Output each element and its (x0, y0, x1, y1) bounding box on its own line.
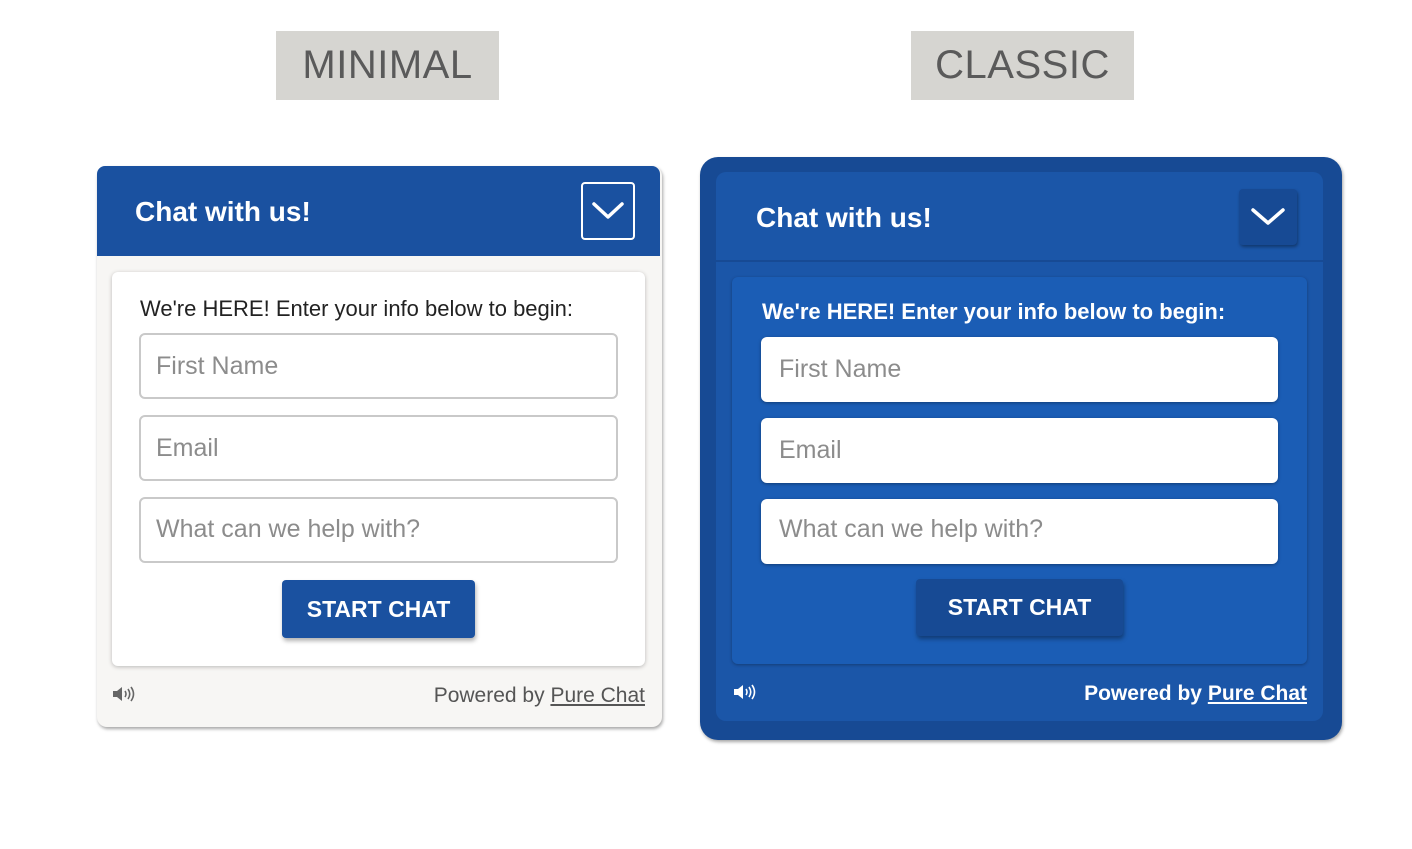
intro-text: We're HERE! Enter your info below to beg… (140, 296, 574, 321)
collapse-button[interactable] (581, 182, 635, 240)
chat-form-card: We're HERE! Enter your info below to beg… (112, 272, 645, 666)
email-input[interactable] (761, 418, 1278, 483)
minimal-chat-widget: Chat with us! We're HERE! Enter your inf… (97, 166, 662, 727)
first-name-input[interactable] (761, 337, 1278, 402)
pure-chat-link[interactable]: Pure Chat (1208, 682, 1307, 705)
start-chat-button[interactable]: START CHAT (916, 579, 1123, 636)
classic-style-label: CLASSIC (911, 31, 1134, 100)
classic-chat-widget: Chat with us! We're HERE! Enter your inf… (700, 157, 1342, 740)
message-textarea[interactable] (139, 497, 618, 563)
chevron-down-icon (1251, 208, 1285, 225)
first-name-input[interactable] (139, 333, 618, 399)
powered-by: Powered by Pure Chat (1084, 682, 1307, 706)
powered-by-prefix: Powered by (1084, 682, 1202, 705)
minimal-style-label: MINIMAL (276, 31, 499, 100)
chat-form-card: We're HERE! Enter your info below to beg… (732, 277, 1307, 664)
chat-header-title: Chat with us! (135, 196, 311, 227)
email-input[interactable] (139, 415, 618, 481)
speaker-icon[interactable] (732, 682, 758, 707)
powered-by-prefix: Powered by (433, 684, 545, 707)
powered-by: Powered by Pure Chat (434, 684, 645, 708)
classic-chat-header[interactable]: Chat with us! (716, 172, 1323, 262)
minimal-chat-header[interactable]: Chat with us! (97, 166, 660, 256)
collapse-button[interactable] (1239, 189, 1297, 245)
pure-chat-link[interactable]: Pure Chat (550, 684, 645, 707)
intro-text: We're HERE! Enter your info below to beg… (762, 299, 1226, 324)
classic-inner-panel: Chat with us! We're HERE! Enter your inf… (716, 172, 1323, 721)
message-textarea[interactable] (761, 499, 1278, 564)
start-chat-button[interactable]: START CHAT (282, 580, 475, 638)
chat-header-title: Chat with us! (756, 202, 932, 233)
speaker-icon[interactable] (111, 684, 137, 709)
chevron-down-icon (592, 202, 624, 219)
